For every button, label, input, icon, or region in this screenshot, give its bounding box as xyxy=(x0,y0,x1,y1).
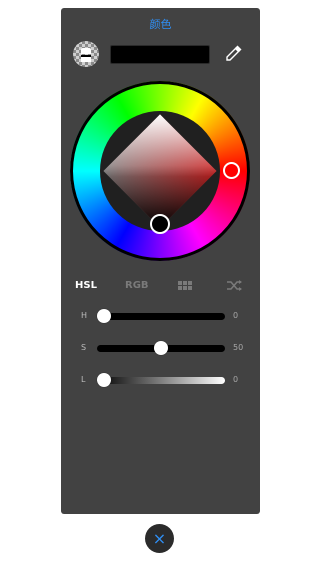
dialog-title: 颜色 xyxy=(149,18,172,31)
tab-swatches[interactable] xyxy=(178,281,192,290)
sv-handle[interactable] xyxy=(150,214,170,234)
hue-handle[interactable] xyxy=(223,162,240,179)
slider-value-h: 0 xyxy=(233,311,239,320)
slider-row-h: H 0 xyxy=(61,309,260,325)
mode-tabs: HSL RGB xyxy=(61,280,260,294)
slider-label-h: H xyxy=(81,311,88,320)
shuffle-icon xyxy=(227,280,242,291)
tab-rgb[interactable]: RGB xyxy=(125,280,149,291)
slider-track-h[interactable] xyxy=(97,309,225,323)
slider-row-l: L 0 xyxy=(61,373,260,389)
eyedropper-icon[interactable] xyxy=(224,43,244,63)
color-wheel[interactable] xyxy=(70,81,250,261)
preview-swatch-top xyxy=(81,48,91,54)
hex-input[interactable] xyxy=(110,45,210,64)
preview-swatch-bottom xyxy=(81,55,91,62)
slider-thumb-s[interactable] xyxy=(154,341,168,355)
color-preview-button[interactable] xyxy=(73,41,99,67)
slider-thumb-h[interactable] xyxy=(97,309,111,323)
slider-track-s[interactable] xyxy=(97,341,225,355)
slider-label-s: S xyxy=(81,343,87,352)
slider-track-l[interactable] xyxy=(97,373,225,387)
slider-thumb-l[interactable] xyxy=(97,373,111,387)
tab-hsl[interactable]: HSL xyxy=(75,280,97,291)
slider-label-l: L xyxy=(81,375,86,384)
color-picker-panel: 颜色 HSL RGB H 0 S 50 L 0 xyxy=(61,8,260,514)
close-button[interactable]: × xyxy=(145,524,174,553)
slider-value-l: 0 xyxy=(233,375,239,384)
swatch-grid-icon xyxy=(178,281,192,290)
slider-value-s: 50 xyxy=(233,343,244,352)
slider-row-s: S 50 xyxy=(61,341,260,357)
tab-random[interactable] xyxy=(227,280,243,294)
